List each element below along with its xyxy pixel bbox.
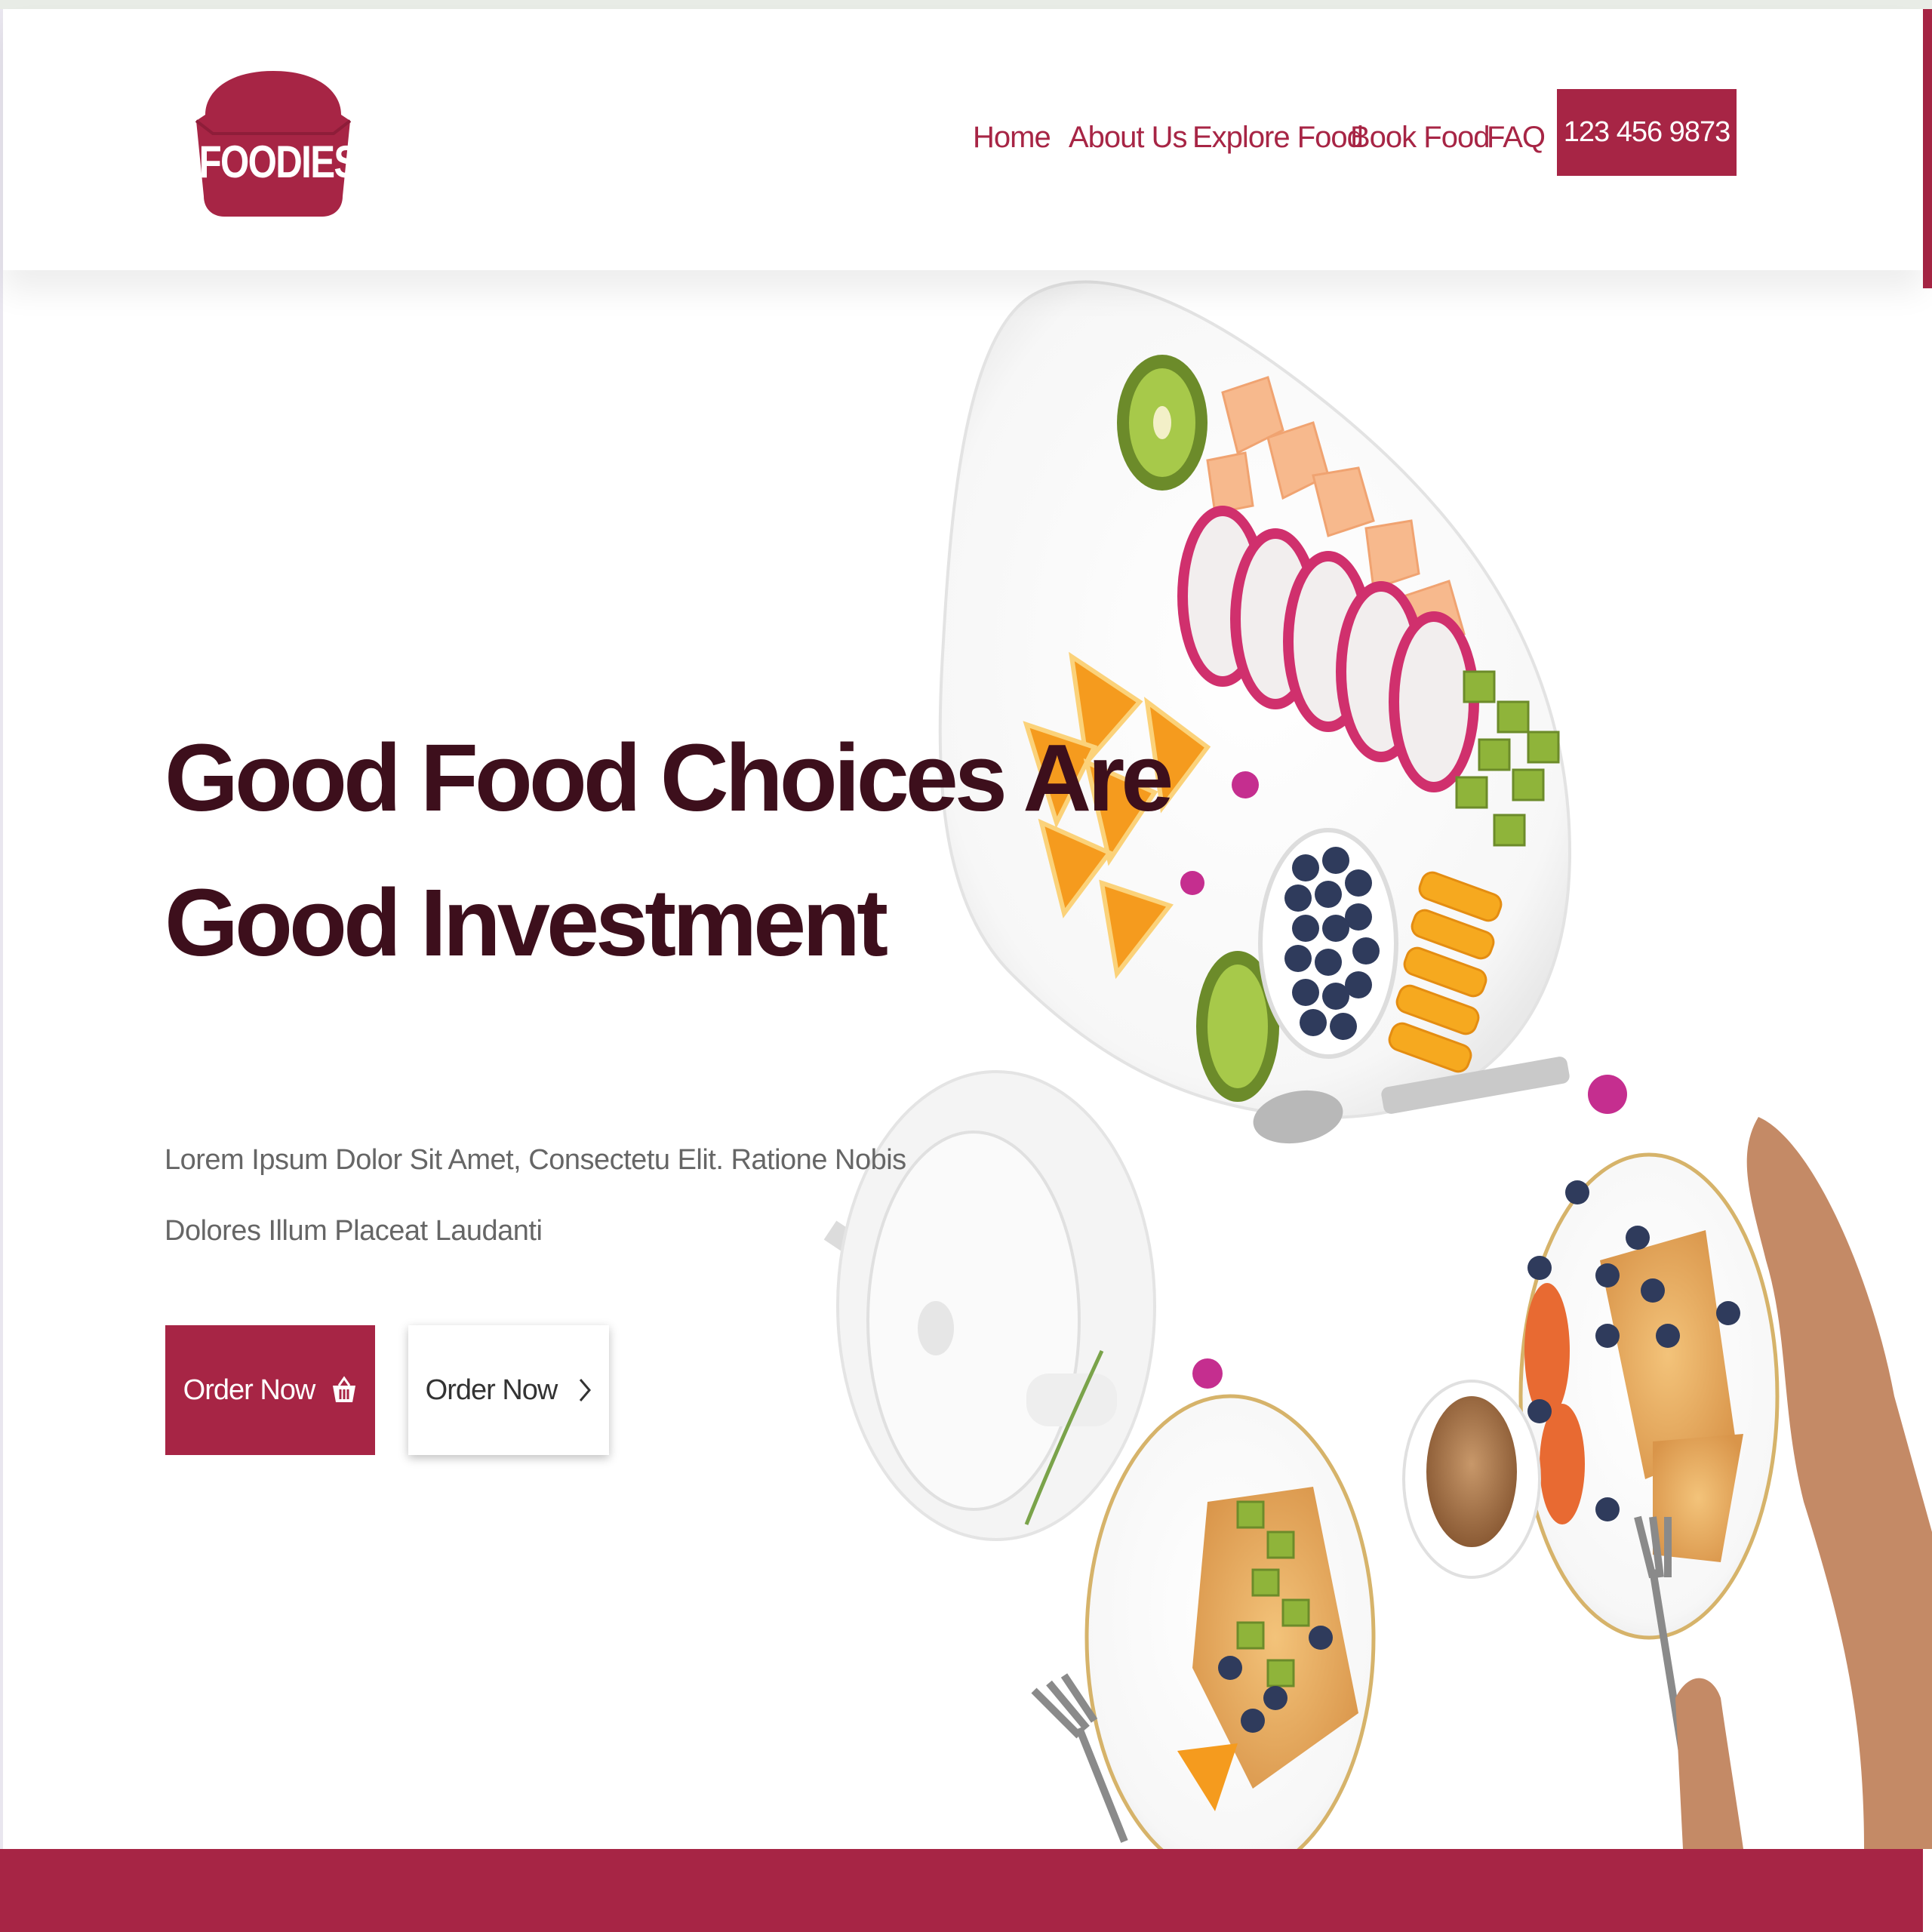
right-edge-accent [1923,9,1932,288]
nav-book-food[interactable]: Book Food [1350,122,1490,152]
fruit-platter [938,280,1572,1144]
top-strip [0,0,1932,9]
bottom-accent-bar [0,1849,1923,1932]
site-header: FOODIES Home About Us Explore Food Book … [3,9,1923,270]
kiwi-slice [1117,355,1208,491]
left-edge-strip [0,9,3,1932]
coffee-cup [1402,1380,1541,1579]
order-now-button[interactable]: Order Now [165,1325,375,1455]
logo-text: FOODIES [198,137,359,187]
chevron-right-icon [580,1379,592,1401]
logo[interactable]: FOODIES [183,62,364,228]
hero-food-image [823,280,1932,1849]
phone-button[interactable]: 123 456 9873 [1557,89,1737,176]
hero-headline-line2: Good Investment [165,869,888,976]
hero-description: Lorem Ipsum Dolor Sit Amet, Consectetu E… [165,1124,906,1266]
hero-headline: Good Food Choices Are Good Investment [165,706,1174,995]
hero-headline-line1: Good Food Choices Are [165,724,1174,831]
nav-about-us[interactable]: About Us [1069,122,1188,152]
hero-description-line1: Lorem Ipsum Dolor Sit Amet, Consectetu E… [165,1144,906,1176]
order-now-secondary-label: Order Now [425,1374,558,1406]
shopping-basket-icon [333,1376,356,1402]
nav-explore-food[interactable]: Explore Food [1192,122,1364,152]
pancake-plate-left [1084,1394,1376,1849]
order-now-secondary-button[interactable]: Order Now [408,1325,609,1455]
teapot [823,1070,1156,1541]
page: FOODIES Home About Us Explore Food Book … [0,0,1932,1932]
blueberry-bowl [1258,828,1398,1059]
nav-faq[interactable]: FAQ [1487,122,1546,152]
hero-description-line2: Dolores Illum Placeat Laudanti [165,1215,543,1247]
nav-home[interactable]: Home [973,122,1051,152]
order-now-label: Order Now [183,1374,316,1406]
